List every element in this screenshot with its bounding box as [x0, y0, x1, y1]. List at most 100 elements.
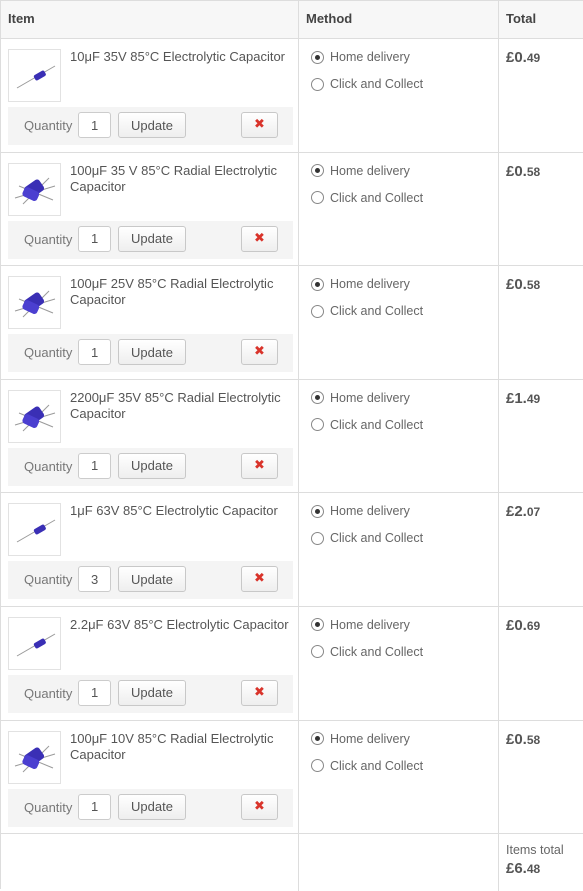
home-delivery-label[interactable]: Home delivery: [330, 50, 410, 64]
click-collect-option[interactable]: Click and Collect: [311, 189, 498, 207]
home-delivery-radio[interactable]: [311, 164, 324, 178]
basket-row-6: 2.2μF 63V 85°C Electrolytic Capacitor Qu…: [1, 606, 583, 721]
update-button[interactable]: Update: [118, 679, 186, 706]
home-delivery-option[interactable]: Home delivery: [311, 48, 498, 66]
axial-capacitor-icon: [16, 633, 56, 657]
click-collect-option[interactable]: Click and Collect: [311, 643, 498, 661]
product-name[interactable]: 100μF 10V 85°C Radial Electrolytic Capac…: [70, 731, 294, 763]
home-delivery-label[interactable]: Home delivery: [330, 618, 410, 632]
home-delivery-label[interactable]: Home delivery: [330, 277, 410, 291]
home-delivery-radio[interactable]: [311, 618, 324, 632]
home-delivery-radio[interactable]: [311, 277, 324, 291]
basket-row-1: 10μF 35V 85°C Electrolytic Capacitor Qua…: [1, 39, 583, 153]
price-major: £0.: [506, 276, 527, 294]
home-delivery-label[interactable]: Home delivery: [330, 164, 410, 178]
product-name[interactable]: 100μF 25V 85°C Radial Electrolytic Capac…: [70, 276, 294, 308]
home-delivery-option[interactable]: Home delivery: [311, 616, 498, 634]
click-collect-label[interactable]: Click and Collect: [330, 759, 423, 773]
home-delivery-option[interactable]: Home delivery: [311, 730, 498, 748]
home-delivery-option[interactable]: Home delivery: [311, 389, 498, 407]
click-collect-radio[interactable]: [311, 304, 324, 318]
remove-button[interactable]: ✖: [241, 339, 278, 366]
click-collect-label[interactable]: Click and Collect: [330, 418, 423, 432]
price-minor: 58: [526, 278, 541, 293]
click-collect-label[interactable]: Click and Collect: [330, 531, 423, 545]
remove-button[interactable]: ✖: [241, 112, 278, 138]
product-name[interactable]: 100μF 35 V 85°C Radial Electrolytic Capa…: [70, 163, 294, 195]
product-name[interactable]: 2.2μF 63V 85°C Electrolytic Capacitor: [70, 617, 294, 633]
radial-capacitor-icon: [14, 177, 56, 204]
product-name[interactable]: 10μF 35V 85°C Electrolytic Capacitor: [70, 49, 294, 65]
click-collect-radio[interactable]: [311, 418, 324, 432]
remove-button[interactable]: ✖: [241, 452, 278, 479]
quantity-input[interactable]: [78, 452, 111, 479]
radial-capacitor-icon: [14, 404, 56, 432]
click-collect-radio[interactable]: [311, 191, 324, 205]
home-delivery-radio[interactable]: [311, 504, 324, 518]
product-thumbnail[interactable]: [8, 616, 61, 670]
item-cell: 100μF 35 V 85°C Radial Electrolytic Capa…: [1, 152, 299, 266]
home-delivery-label[interactable]: Home delivery: [330, 391, 410, 405]
click-collect-label[interactable]: Click and Collect: [330, 191, 423, 205]
product-thumbnail[interactable]: [8, 49, 61, 102]
quantity-label: Quantity: [24, 345, 73, 361]
remove-button[interactable]: ✖: [241, 679, 278, 706]
quantity-input[interactable]: [78, 566, 111, 593]
quantity-input[interactable]: [78, 225, 111, 252]
price-minor: 69: [526, 618, 541, 633]
header-method: Method: [299, 1, 499, 38]
product-thumbnail[interactable]: [8, 162, 61, 216]
home-delivery-label[interactable]: Home delivery: [330, 504, 410, 518]
quantity-label: Quantity: [24, 118, 73, 133]
home-delivery-option[interactable]: Home delivery: [311, 162, 498, 180]
method-cell: Home delivery Click and Collect: [299, 606, 499, 720]
click-collect-option[interactable]: Click and Collect: [311, 75, 498, 93]
quantity-input[interactable]: [78, 339, 111, 366]
product-name[interactable]: 1μF 63V 85°C Electrolytic Capacitor: [70, 503, 294, 519]
click-collect-option[interactable]: Click and Collect: [311, 302, 498, 320]
click-collect-option[interactable]: Click and Collect: [311, 416, 498, 434]
update-button[interactable]: Update: [118, 793, 186, 820]
home-delivery-option[interactable]: Home delivery: [311, 502, 498, 520]
click-collect-label[interactable]: Click and Collect: [330, 77, 423, 91]
click-collect-option[interactable]: Click and Collect: [311, 529, 498, 547]
product-name[interactable]: 2200μF 35V 85°C Radial Electrolytic Capa…: [70, 390, 294, 422]
radial-capacitor-icon: [14, 290, 56, 318]
quantity-bar: Quantity Update ✖: [8, 674, 293, 713]
update-button[interactable]: Update: [118, 112, 186, 138]
click-collect-label[interactable]: Click and Collect: [330, 645, 423, 659]
home-delivery-radio[interactable]: [311, 391, 324, 405]
remove-button[interactable]: ✖: [241, 566, 278, 593]
update-button[interactable]: Update: [118, 566, 186, 593]
header-item: Item: [1, 1, 299, 38]
click-collect-label[interactable]: Click and Collect: [330, 304, 423, 318]
quantity-input[interactable]: [78, 793, 111, 820]
method-cell: Home delivery Click and Collect: [299, 493, 499, 606]
home-delivery-option[interactable]: Home delivery: [311, 275, 498, 293]
product-thumbnail[interactable]: [8, 389, 61, 443]
quantity-input[interactable]: [78, 112, 111, 138]
update-button[interactable]: Update: [118, 225, 186, 252]
update-button[interactable]: Update: [118, 339, 186, 366]
quantity-input[interactable]: [78, 679, 111, 706]
product-thumbnail[interactable]: [8, 730, 61, 784]
item-cell: 100μF 10V 85°C Radial Electrolytic Capac…: [1, 720, 299, 834]
update-button[interactable]: Update: [118, 452, 186, 479]
product-thumbnail[interactable]: [8, 276, 61, 330]
click-collect-option[interactable]: Click and Collect: [311, 757, 498, 775]
click-collect-radio[interactable]: [311, 77, 324, 91]
home-delivery-radio[interactable]: [311, 50, 324, 64]
click-collect-radio[interactable]: [311, 645, 324, 659]
remove-button[interactable]: ✖: [241, 225, 278, 252]
remove-button[interactable]: ✖: [241, 793, 278, 820]
click-collect-radio[interactable]: [311, 759, 324, 773]
method-cell: Home delivery Click and Collect: [299, 720, 499, 834]
item-cell: 2.2μF 63V 85°C Electrolytic Capacitor Qu…: [1, 606, 299, 720]
item-cell: 1μF 63V 85°C Electrolytic Capacitor Quan…: [1, 493, 299, 606]
basket-row-2: 100μF 35 V 85°C Radial Electrolytic Capa…: [1, 152, 583, 267]
home-delivery-label[interactable]: Home delivery: [330, 732, 410, 746]
click-collect-radio[interactable]: [311, 531, 324, 545]
home-delivery-radio[interactable]: [311, 732, 324, 746]
price-minor: 07: [526, 505, 541, 520]
product-thumbnail[interactable]: [8, 503, 61, 557]
